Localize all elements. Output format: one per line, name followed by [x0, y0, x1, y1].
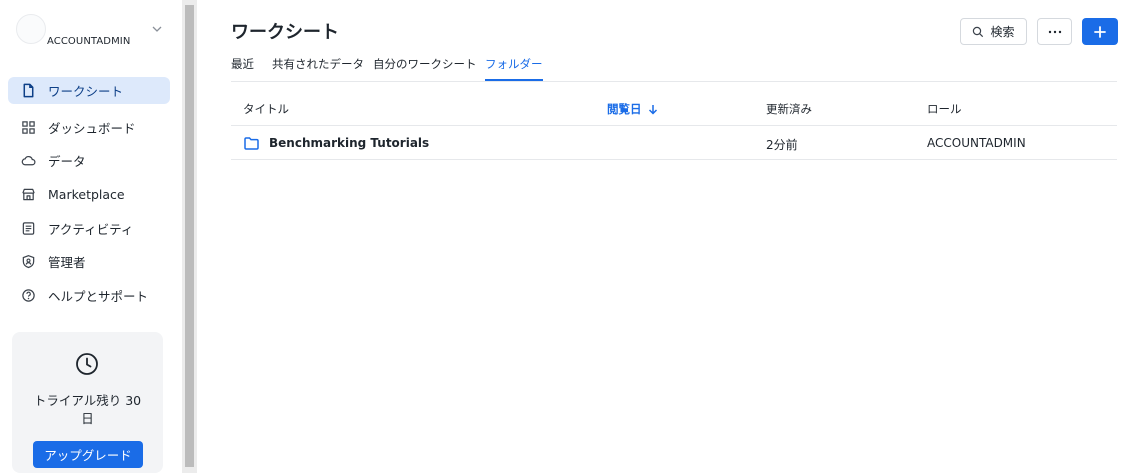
column-header-title[interactable]: タイトル — [243, 101, 289, 117]
sidebar-item-marketplace[interactable]: Marketplace — [8, 178, 170, 212]
sidebar-item-data[interactable]: データ — [8, 144, 170, 178]
worksheet-icon — [20, 83, 36, 99]
row-title-cell[interactable]: Benchmarking Tutorials — [244, 136, 429, 150]
add-button[interactable] — [1082, 18, 1118, 45]
search-icon — [973, 26, 984, 37]
column-header-updated[interactable]: 更新済み — [766, 101, 812, 117]
sidebar-item-label: ワークシート — [48, 84, 124, 99]
sidebar-item-label: アクティビティ — [48, 221, 134, 237]
trial-text-line2: 日 — [81, 411, 94, 426]
sidebar-item-label: Marketplace — [48, 187, 125, 203]
cloud-icon — [20, 153, 36, 169]
column-header-viewed[interactable]: 閲覧日 — [607, 101, 658, 117]
trial-text-line1: トライアル残り 30 — [33, 393, 142, 408]
more-options-button[interactable] — [1037, 18, 1072, 45]
plus-icon — [1094, 25, 1106, 38]
search-label: 検索 — [990, 25, 1015, 39]
row-updated-cell: 2分前 — [766, 138, 798, 152]
help-circle-icon — [20, 287, 36, 303]
tab-bar: 最近 共有されたデータ 自分のワークシート フォルダー — [231, 52, 1117, 82]
column-header-role[interactable]: ロール — [927, 101, 962, 117]
folder-name: Benchmarking Tutorials — [269, 136, 430, 150]
dashboard-grid-icon — [20, 119, 36, 135]
table-header: タイトル 閲覧日 更新済み ロール — [231, 92, 1117, 126]
tab-my-worksheets[interactable]: 自分のワークシート — [373, 56, 477, 81]
sidebar-scrollbar[interactable] — [182, 0, 197, 473]
admin-shield-icon — [20, 254, 36, 270]
folders-table: タイトル 閲覧日 更新済み ロール Benchmarking Tutorials… — [231, 92, 1117, 160]
chevron-down-icon[interactable] — [150, 22, 164, 36]
sidebar-item-label: 管理者 — [48, 255, 86, 271]
upgrade-button[interactable]: アップグレード — [33, 441, 143, 468]
sidebar-item-dashboards[interactable]: ダッシュボード — [8, 111, 170, 145]
sidebar-item-help[interactable]: ヘルプとサポート — [8, 279, 170, 313]
sidebar: ACCOUNTADMIN ワークシート ダッシュボード データ Marketpl… — [0, 0, 182, 473]
account-switcher[interactable]: ACCOUNTADMIN — [14, 14, 174, 58]
table-row[interactable]: Benchmarking Tutorials 2分前 ACCOUNTADMIN — [231, 126, 1117, 160]
more-horizontal-icon — [1048, 30, 1061, 33]
tab-folders[interactable]: フォルダー — [485, 56, 543, 81]
page-title: ワークシート — [231, 22, 339, 43]
sidebar-item-label: ダッシュボード — [48, 120, 136, 136]
trial-remaining-text: トライアル残り 30 日 — [12, 392, 163, 428]
storefront-icon — [20, 187, 36, 203]
folder-icon — [244, 136, 259, 150]
sidebar-item-label: ヘルプとサポート — [48, 288, 149, 304]
row-role-cell: ACCOUNTADMIN — [927, 136, 1026, 150]
sidebar-item-admin[interactable]: 管理者 — [8, 245, 170, 279]
sidebar-nav: ワークシート ダッシュボード データ Marketplace アクティビティ 管… — [8, 77, 170, 312]
tab-shared-data[interactable]: 共有されたデータ — [272, 56, 364, 81]
tab-recent[interactable]: 最近 — [231, 56, 254, 81]
main-content: ワークシート 検索 最近 共有されたデータ 自分のワークシート フォルダー タイ… — [197, 0, 1129, 473]
clock-icon — [76, 353, 98, 375]
avatar — [16, 14, 46, 44]
sidebar-item-activity[interactable]: アクティビティ — [8, 211, 170, 245]
sidebar-item-label: データ — [48, 154, 86, 170]
column-header-viewed-label: 閲覧日 — [607, 102, 642, 116]
trial-card: トライアル残り 30 日 アップグレード — [12, 332, 163, 473]
search-button[interactable]: 検索 — [960, 18, 1027, 45]
arrow-down-icon — [648, 104, 657, 115]
activity-list-icon — [20, 220, 36, 236]
scrollbar-thumb[interactable] — [185, 5, 194, 467]
sidebar-item-worksheets[interactable]: ワークシート — [8, 77, 170, 104]
account-name: ACCOUNTADMIN — [47, 36, 131, 47]
